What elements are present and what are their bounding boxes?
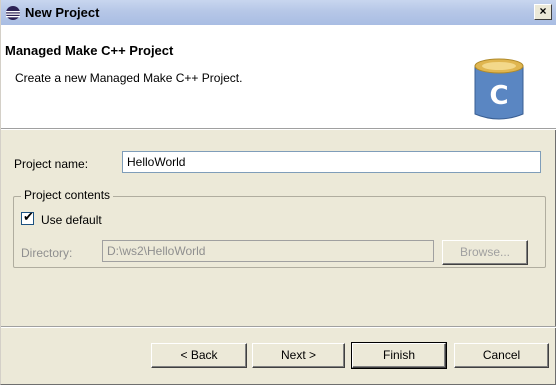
header-separator xyxy=(1,129,556,130)
eclipse-icon xyxy=(6,6,20,20)
back-button[interactable]: < Back xyxy=(151,343,247,368)
project-name-label: Project name: xyxy=(14,157,89,171)
directory-input xyxy=(102,240,434,262)
wizard-description: Create a new Managed Make C++ Project. xyxy=(15,71,243,85)
use-default-checkbox[interactable]: ✔ xyxy=(21,209,34,225)
title-bar[interactable]: New Project × xyxy=(1,0,556,25)
use-default-label: Use default xyxy=(41,213,102,227)
browse-button: Browse... xyxy=(442,240,528,265)
project-name-input[interactable] xyxy=(122,151,541,173)
cpp-project-icon: C xyxy=(474,58,524,120)
cpp-icon-letter: C xyxy=(489,81,508,111)
new-project-dialog: New Project × Managed Make C++ Project C… xyxy=(0,0,556,385)
finish-button[interactable]: Finish xyxy=(351,342,447,369)
footer-separator-highlight xyxy=(1,327,556,328)
wizard-header: Managed Make C++ Project Create a new Ma… xyxy=(1,25,556,129)
close-button[interactable]: × xyxy=(534,4,552,20)
cancel-button[interactable]: Cancel xyxy=(454,343,549,368)
next-button[interactable]: Next > xyxy=(252,343,345,368)
check-icon: ✔ xyxy=(23,209,34,224)
directory-label: Directory: xyxy=(21,246,73,260)
close-icon: × xyxy=(539,4,547,18)
wizard-title: Managed Make C++ Project xyxy=(5,43,174,58)
window-title: New Project xyxy=(25,5,100,20)
project-contents-label: Project contents xyxy=(21,188,114,202)
